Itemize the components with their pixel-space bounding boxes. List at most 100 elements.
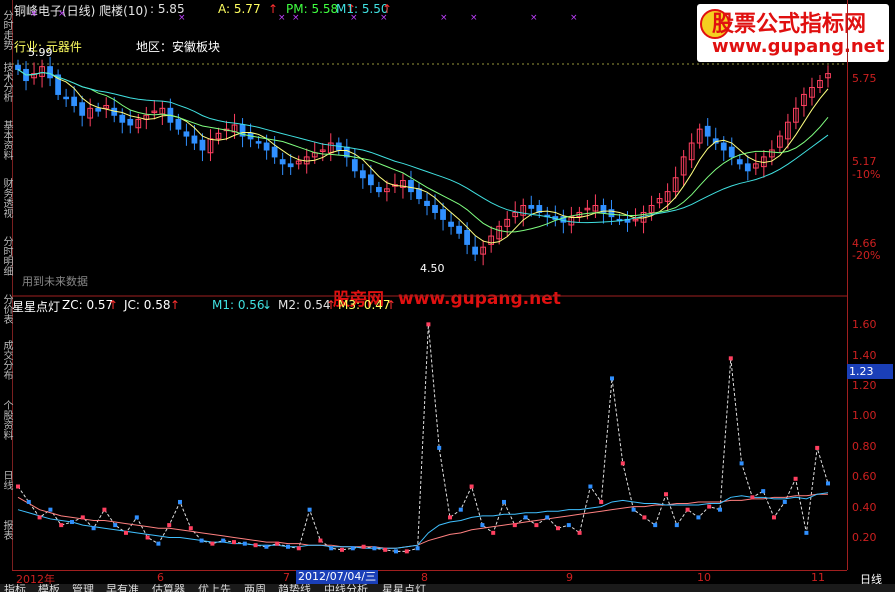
bottom-tab-2[interactable]: 管理: [72, 584, 94, 592]
signal-marker: ×: [30, 9, 38, 19]
jc-arrow-icon: ↑: [170, 298, 181, 312]
candle-body: [199, 139, 206, 151]
indicator-dot: [804, 530, 809, 535]
right-axis: [847, 0, 895, 570]
indicator-dot: [772, 515, 776, 520]
indicator-dot: [188, 526, 193, 531]
chart-canvas[interactable]: × × × × × × × × × × ×: [0, 0, 895, 592]
candle-body: [95, 107, 102, 112]
indicator-dot: [426, 322, 431, 327]
indicator-tick: 0.20: [852, 531, 877, 544]
indicator-dot: [782, 499, 787, 504]
indicator-tick: 0.40: [852, 501, 877, 514]
indicator-dot: [566, 523, 571, 528]
candle-body: [127, 118, 134, 126]
indicator-tick: 1.20: [852, 379, 877, 392]
m1-down-arrow-icon: ↓: [262, 298, 273, 312]
indicator-tick: 1.40: [852, 349, 877, 362]
indicator-line-zc: [17, 324, 829, 552]
signal-marker: ×: [470, 13, 478, 23]
indicator-dot: [610, 376, 614, 381]
indicator-dot: [512, 523, 517, 528]
indicator-dot: [815, 445, 820, 450]
indicator-tick: 0.80: [852, 440, 877, 453]
ind-m3-value: M3: 0.47: [338, 298, 391, 312]
candle-body: [47, 66, 53, 79]
indicator-dot: [728, 356, 733, 361]
candle-body: [255, 141, 262, 144]
signal-marker: ×: [570, 13, 578, 23]
indicator-dot: [588, 484, 593, 489]
zc-arrow-icon: ↑: [108, 298, 119, 312]
indicator-dot: [469, 484, 474, 489]
indicator-dot: [167, 523, 172, 528]
bottom-tab-6[interactable]: 两周: [244, 584, 266, 592]
high-annotation: 5.99: [28, 46, 53, 59]
price-tick: -20%: [852, 249, 881, 262]
bottom-tab-5[interactable]: 优上先: [198, 584, 231, 592]
candle-body: [432, 205, 438, 213]
indicator-dot: [394, 549, 398, 554]
indicator-dot: [458, 507, 463, 512]
price-tick: -10%: [852, 168, 881, 181]
indicator-dot: [296, 546, 301, 551]
price-tick: 5.17: [852, 155, 877, 168]
price-tick: 5.75: [852, 72, 877, 85]
candle-body: [528, 205, 535, 209]
candle-body: [191, 135, 198, 144]
candle-body: [424, 200, 430, 207]
indicator-dot: [502, 499, 506, 504]
signal-marker: ×: [440, 13, 448, 23]
indicator-dot: [404, 549, 409, 554]
indicator-dot: [653, 523, 658, 528]
date-tick: 8: [421, 571, 428, 584]
m2-arrow-icon: ↑: [326, 298, 337, 312]
indicator-tick: 1.00: [852, 409, 877, 422]
future-note: 用到未来数据: [22, 275, 88, 288]
selected-date-badge[interactable]: 2012/07/04/三: [296, 570, 379, 584]
signal-marker: ×: [350, 13, 358, 23]
candle-body: [119, 114, 126, 123]
bottom-tab-3[interactable]: 早有准: [106, 584, 139, 592]
indicator-dot: [340, 547, 344, 552]
indicator-line-jc: [17, 493, 828, 549]
ma-line-5: [17, 69, 829, 244]
indicator-dot: [210, 541, 215, 546]
indicator-dot: [793, 476, 798, 481]
indicator-dot: [361, 544, 366, 549]
indicator-dot: [102, 507, 107, 512]
indicator-dot: [826, 481, 830, 486]
bottom-tab-0[interactable]: 指标: [4, 584, 26, 592]
candle-body: [367, 174, 374, 186]
candle-body: [279, 159, 286, 165]
indicator-tick: 1.60: [852, 318, 877, 331]
jc-value: JC: 0.58: [124, 298, 171, 312]
indicator-dot: [242, 541, 247, 546]
candle-body: [728, 146, 735, 158]
bottom-tab-7[interactable]: 趋势线: [278, 584, 311, 592]
indicator-dot: [26, 499, 31, 504]
signal-marker: ×: [58, 9, 66, 19]
indicator-dot: [145, 535, 150, 540]
ma-line-20: [17, 69, 829, 224]
indicator-dot: [761, 489, 766, 494]
indicator-dot: [350, 546, 355, 551]
indicator-dot: [534, 523, 539, 528]
indicator-title: 星星点灯: [12, 300, 61, 314]
low-annotation: 4.50: [420, 262, 445, 275]
candle-body: [416, 188, 422, 200]
candle-body: [720, 142, 727, 151]
bottom-tab-8[interactable]: 中线分析: [324, 584, 368, 592]
candle-body: [359, 170, 366, 179]
indicator-dot: [437, 445, 442, 450]
candle-body: [472, 246, 479, 255]
candle-body: [183, 131, 190, 137]
bottom-tab-9[interactable]: 星星点灯: [382, 584, 426, 592]
date-tick: 6: [157, 571, 164, 584]
indicator-dot: [718, 507, 722, 512]
bottom-tab-4[interactable]: 估算器: [152, 584, 185, 592]
indicator-dot: [70, 520, 74, 525]
date-axis: [12, 570, 847, 585]
bottom-tab-1[interactable]: 模板: [38, 584, 60, 592]
candle-body: [456, 225, 462, 234]
